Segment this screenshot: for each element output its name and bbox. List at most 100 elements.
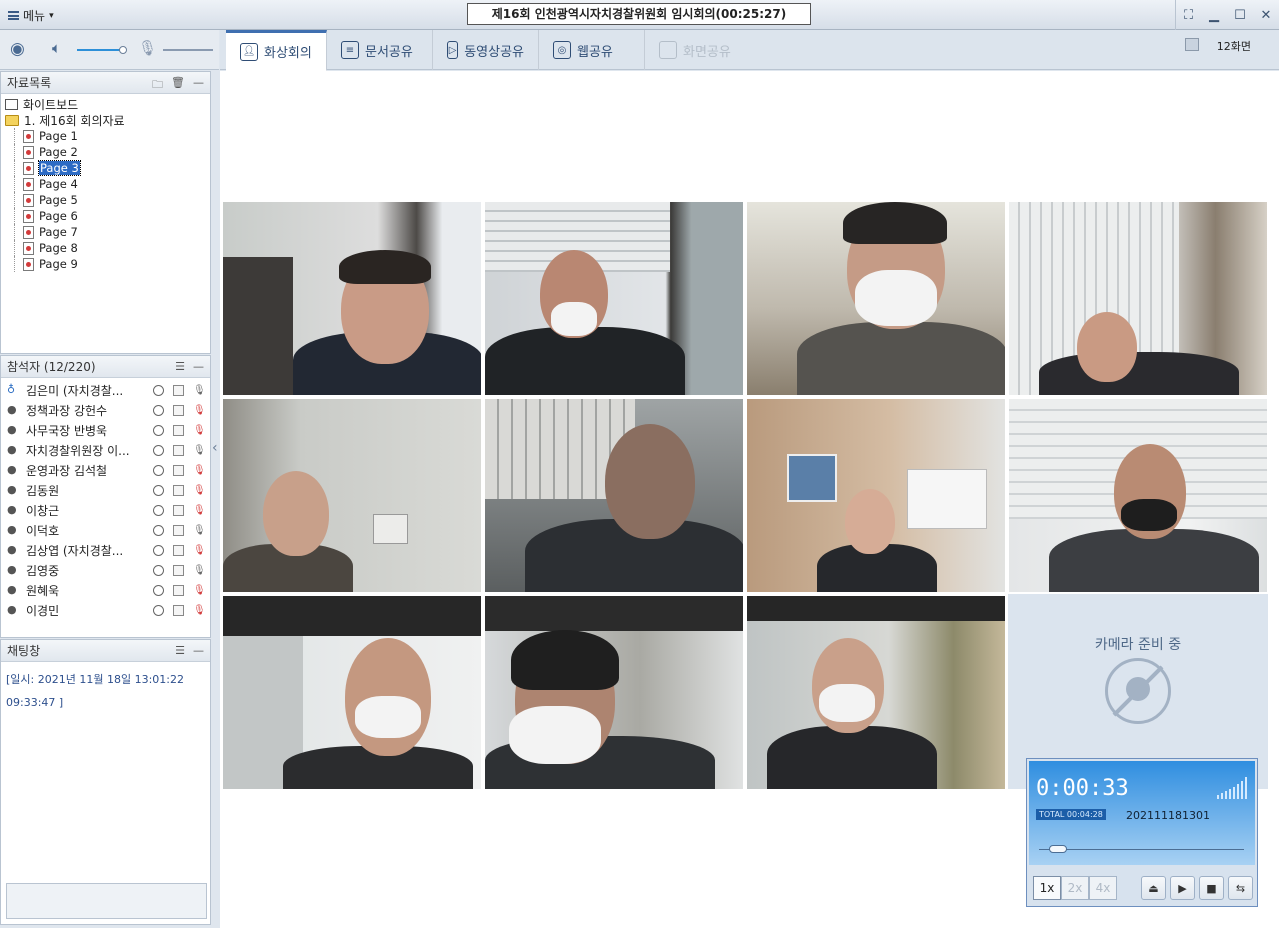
layout-selector[interactable]: 12화면 <box>1217 38 1251 54</box>
tab-document-share[interactable]: ≡ 문서공유 <box>327 30 433 70</box>
microphone-icon[interactable]: 🎙︎ <box>193 445 206 456</box>
participant-row[interactable]: ● 자치경찰위원장 이... 🎙︎ <box>7 440 210 460</box>
camera-status-icon[interactable] <box>153 384 164 396</box>
list-menu-icon[interactable]: ☰ <box>175 644 185 657</box>
trash-icon[interactable]: 🗑 <box>171 76 185 95</box>
camera-status-icon[interactable] <box>153 584 164 596</box>
tree-item-page[interactable]: Page 6 <box>5 208 210 224</box>
speed-1x-button[interactable]: 1x <box>1033 876 1061 900</box>
participant-row[interactable]: ● 정책과장 강헌수 🎙︎ <box>7 400 210 420</box>
play-button[interactable]: ▶ <box>1170 876 1195 900</box>
camera-status-icon[interactable] <box>153 444 164 456</box>
mic-muted-icon[interactable]: 🎙︎ <box>193 425 206 436</box>
eject-button[interactable]: ⏏ <box>1141 876 1166 900</box>
video-tile[interactable] <box>746 201 1006 396</box>
menu-button[interactable]: 메뉴 ▾ <box>8 7 54 24</box>
stop-button[interactable]: ■ <box>1199 876 1224 900</box>
mic-muted-icon[interactable]: 🎙︎ <box>193 605 206 616</box>
speaker-volume-slider[interactable] <box>77 49 123 51</box>
microphone-icon[interactable]: 🎙︎ <box>193 565 206 576</box>
tree-item-folder[interactable]: 1. 제16회 회의자료 <box>5 112 210 128</box>
tree-item-page[interactable]: Page 9 <box>5 256 210 272</box>
seek-handle[interactable] <box>1049 845 1067 853</box>
participant-row[interactable]: ● 원혜욱 🎙︎ <box>7 580 210 600</box>
video-tile[interactable] <box>222 201 482 396</box>
tab-video-share[interactable]: ▷ 동영상공유 <box>433 30 539 70</box>
tree-item-page[interactable]: Page 2 <box>5 144 210 160</box>
document-permission-icon[interactable] <box>173 444 184 456</box>
camera-status-icon[interactable] <box>153 524 164 536</box>
collapse-icon[interactable]: — <box>193 76 204 95</box>
camera-status-icon[interactable] <box>153 484 164 496</box>
collapse-icon[interactable]: — <box>193 360 204 373</box>
document-permission-icon[interactable] <box>173 524 184 536</box>
participant-row[interactable]: ● 운영과장 김석철 🎙︎ <box>7 460 210 480</box>
tree-item-page[interactable]: Page 1 <box>5 128 210 144</box>
tree-item-whiteboard[interactable]: 화이트보드 <box>5 96 210 112</box>
document-permission-icon[interactable] <box>173 564 184 576</box>
tree-item-page[interactable]: Page 8 <box>5 240 210 256</box>
video-tile[interactable] <box>484 201 744 396</box>
microphone-icon[interactable]: 🎙︎ <box>138 39 157 57</box>
camera-status-icon[interactable] <box>153 564 164 576</box>
document-permission-icon[interactable] <box>173 384 184 396</box>
video-tile[interactable] <box>746 595 1006 790</box>
speed-2x-button[interactable]: 2x <box>1061 876 1089 900</box>
video-tile[interactable] <box>222 398 482 593</box>
camera-status-icon[interactable] <box>153 504 164 516</box>
fullscreen-button[interactable]: ⛶ <box>1175 0 1201 30</box>
webcam-icon[interactable]: ◉ <box>10 39 25 59</box>
layout-grid-icon[interactable] <box>1185 38 1199 51</box>
document-permission-icon[interactable] <box>173 604 184 616</box>
participant-row[interactable]: ● 이창근 🎙︎ <box>7 500 210 520</box>
new-folder-icon[interactable]: 🗀 <box>152 76 163 95</box>
camera-status-icon[interactable] <box>153 604 164 616</box>
chevron-left-icon[interactable]: ‹ <box>212 440 218 456</box>
camera-status-icon[interactable] <box>153 544 164 556</box>
chat-input[interactable] <box>6 883 207 919</box>
exit-button[interactable]: ⇆ <box>1228 876 1253 900</box>
close-button[interactable]: ✕ <box>1253 0 1279 30</box>
mic-muted-icon[interactable]: 🎙︎ <box>193 505 206 516</box>
seek-bar[interactable] <box>1039 849 1244 850</box>
collapse-icon[interactable]: — <box>193 644 204 657</box>
maximize-button[interactable]: ☐ <box>1227 0 1253 30</box>
speaker-icon[interactable]: 🔈︎ <box>52 39 61 57</box>
tree-item-page[interactable]: Page 5 <box>5 192 210 208</box>
document-permission-icon[interactable] <box>173 544 184 556</box>
tree-item-page-selected[interactable]: Page 3 <box>5 160 210 176</box>
camera-status-icon[interactable] <box>153 464 164 476</box>
tab-web-share[interactable]: ◎ 웹공유 <box>539 30 645 70</box>
participant-row[interactable]: ● 이경민 🎙︎ <box>7 600 210 620</box>
video-tile[interactable] <box>746 398 1006 593</box>
document-permission-icon[interactable] <box>173 584 184 596</box>
mic-muted-icon[interactable]: 🎙︎ <box>193 405 206 416</box>
tab-video-conference[interactable]: 👤︎ 화상회의 <box>226 30 327 71</box>
mic-volume-slider[interactable] <box>163 49 213 51</box>
video-tile[interactable] <box>484 398 744 593</box>
minimize-button[interactable]: ▁ <box>1201 0 1227 30</box>
speaker-volume-knob[interactable] <box>119 46 127 54</box>
document-permission-icon[interactable] <box>173 404 184 416</box>
camera-status-icon[interactable] <box>153 424 164 436</box>
participant-row[interactable]: ● 사무국장 반병욱 🎙︎ <box>7 420 210 440</box>
participant-row[interactable]: ● 김영중 🎙︎ <box>7 560 210 580</box>
list-menu-icon[interactable]: ☰ <box>175 360 185 373</box>
microphone-icon[interactable]: 🎙︎ <box>193 385 206 396</box>
mic-muted-icon[interactable]: 🎙︎ <box>193 545 206 556</box>
mic-muted-icon[interactable]: 🎙︎ <box>193 485 206 496</box>
camera-status-icon[interactable] <box>153 404 164 416</box>
document-permission-icon[interactable] <box>173 504 184 516</box>
microphone-icon[interactable]: 🎙︎ <box>193 525 206 536</box>
video-tile[interactable] <box>1008 398 1268 593</box>
video-tile[interactable] <box>1008 201 1268 396</box>
tree-item-page[interactable]: Page 4 <box>5 176 210 192</box>
document-permission-icon[interactable] <box>173 484 184 496</box>
participant-row[interactable]: ● 김상엽 (자치경찰... 🎙︎ <box>7 540 210 560</box>
participant-row[interactable]: ♁ 김은미 (자치경찰... 🎙︎ <box>7 380 210 400</box>
video-tile[interactable] <box>484 595 744 790</box>
tree-item-page[interactable]: Page 7 <box>5 224 210 240</box>
participant-row[interactable]: ● 이덕호 🎙︎ <box>7 520 210 540</box>
mic-muted-icon[interactable]: 🎙︎ <box>193 465 206 476</box>
video-tile[interactable] <box>222 595 482 790</box>
